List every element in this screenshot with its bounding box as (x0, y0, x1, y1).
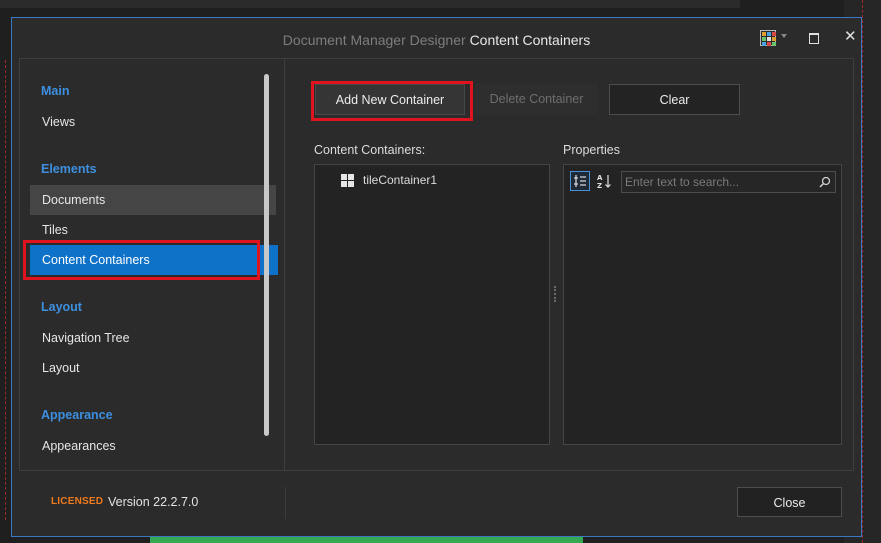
tree-item-label: tileContainer1 (363, 173, 438, 187)
tile-container-icon (341, 173, 354, 187)
sidebar-group-elements: Elements (41, 162, 97, 176)
property-search-input[interactable] (622, 172, 812, 192)
splitter-handle[interactable] (554, 286, 558, 302)
sidebar-item-layout[interactable]: Layout (30, 353, 276, 383)
background-selection-outline-right (862, 0, 863, 543)
sidebar-group-appearance: Appearance (41, 408, 113, 422)
skin-dropdown-arrow-icon[interactable] (781, 34, 787, 38)
delete-container-button[interactable]: Delete Container (475, 84, 598, 115)
svg-text:Z: Z (597, 182, 602, 189)
properties-grid[interactable]: AZ (563, 164, 842, 445)
background-green-strip (150, 537, 583, 543)
sidebar-item-documents[interactable]: Documents (30, 185, 276, 215)
skin-selector-icon[interactable] (760, 30, 776, 46)
highlight-box-add-new-container (311, 81, 473, 121)
sidebar-scrollbar[interactable] (264, 74, 269, 436)
window-title: Document Manager Designer Content Contai… (12, 32, 861, 48)
background-selection-outline-left (5, 60, 6, 520)
categorized-sort-icon[interactable] (570, 171, 590, 191)
footer-divider (285, 487, 286, 519)
properties-label: Properties (563, 143, 620, 157)
clear-button[interactable]: Clear (609, 84, 740, 115)
tree-item-tilecontainer1[interactable]: tileContainer1 (341, 172, 437, 188)
version-label: Version 22.2.7.0 (108, 495, 199, 509)
close-button[interactable]: Close (737, 487, 842, 517)
sidebar-group-layout: Layout (41, 300, 82, 314)
sidebar-item-views[interactable]: Views (30, 107, 276, 137)
alphabetical-sort-icon[interactable]: AZ (594, 171, 614, 191)
svg-text:A: A (597, 174, 603, 182)
window-title-section: Content Containers (469, 32, 591, 48)
highlight-box-content-containers (23, 240, 260, 280)
background-window-edge (0, 0, 740, 8)
sidebar-item-navigation-tree[interactable]: Navigation Tree (30, 323, 276, 353)
sidebar-item-appearances[interactable]: Appearances (30, 431, 276, 461)
designer-window: Document Manager Designer Content Contai… (11, 17, 862, 537)
maximize-icon[interactable] (809, 33, 819, 44)
sidebar-group-main: Main (41, 84, 70, 98)
license-badge: LICENSED (51, 496, 104, 507)
window-close-icon[interactable]: ✕ (844, 29, 857, 45)
content-containers-list[interactable]: tileContainer1 (314, 164, 550, 445)
window-title-prefix: Document Manager Designer (282, 32, 466, 48)
search-icon[interactable] (819, 176, 831, 188)
property-search-box (621, 171, 836, 193)
content-containers-label: Content Containers: (314, 143, 426, 157)
title-bar[interactable]: Document Manager Designer Content Contai… (12, 18, 861, 58)
